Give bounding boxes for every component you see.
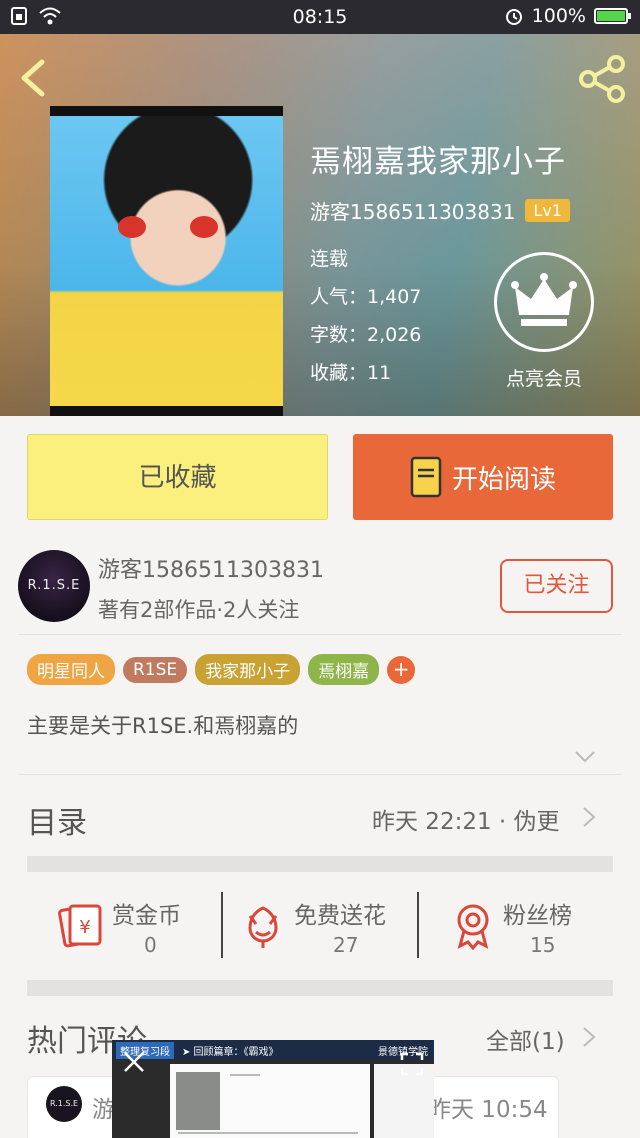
all-comments-link[interactable]: 全部(1) <box>486 1022 565 1056</box>
start-reading-label: 开始阅读 <box>451 464 556 495</box>
coin-envelope-icon[interactable]: ¥ <box>56 900 106 950</box>
level-badge: Lv1 <box>525 199 570 222</box>
tag-item[interactable]: 我家那小子 <box>195 654 301 685</box>
chevron-right-icon[interactable] <box>582 1026 596 1048</box>
book-summary: 主要是关于R1SE.和焉栩嘉的 <box>27 714 299 738</box>
reward-coin-label[interactable]: 赏金币 <box>112 896 181 930</box>
author-avatar[interactable]: R.1.S.E <box>18 550 90 622</box>
battery-icon <box>594 8 631 24</box>
divider <box>221 892 223 958</box>
divider <box>18 634 622 635</box>
reward-flower-value: 27 <box>333 933 359 957</box>
author-card-name[interactable]: 游客1586511303831 <box>98 552 324 584</box>
favorited-button[interactable]: 已收藏 <box>27 434 328 520</box>
svg-text:¥: ¥ <box>79 917 90 938</box>
alarm-icon <box>505 9 522 25</box>
flower-icon[interactable] <box>238 900 288 950</box>
status-bar: 08:15 100% <box>0 0 640 34</box>
reward-coin-value: 0 <box>144 933 157 957</box>
cover-decor <box>118 216 146 238</box>
section-band <box>27 856 613 872</box>
serial-status: 连载 <box>310 248 349 270</box>
reward-flower-label[interactable]: 免费送花 <box>294 896 386 930</box>
cover-decor <box>190 216 218 238</box>
book-header: 焉栩嘉我家那小子 游客1586511303831 Lv1 连载 人气：1,407… <box>0 34 640 416</box>
add-tag-button[interactable]: + <box>387 655 416 684</box>
tag-list: 明星同人 R1SE 我家那小子 焉栩嘉 + <box>27 654 416 685</box>
comment-time: 昨天 10:54 <box>428 1097 548 1123</box>
start-reading-button[interactable]: 开始阅读 <box>353 434 613 520</box>
tag-item[interactable]: 焉栩嘉 <box>308 654 380 685</box>
chevron-down-icon[interactable] <box>574 750 596 764</box>
divider <box>417 892 419 958</box>
close-icon[interactable] <box>122 1050 146 1074</box>
book-cover[interactable] <box>50 106 283 416</box>
crown-icon <box>511 273 577 326</box>
book-icon <box>410 456 442 498</box>
comment-avatar[interactable]: R.1.S.E <box>46 1086 82 1122</box>
text-line <box>230 1074 260 1076</box>
section-band <box>27 980 613 996</box>
book-title: 焉栩嘉我家那小子 <box>310 144 566 180</box>
toc-update[interactable]: 昨天 22:21 · 伪更 <box>372 802 560 836</box>
popularity: 人气：1,407 <box>310 286 422 308</box>
reward-fans-value: 15 <box>530 933 556 957</box>
tag-item[interactable]: 明星同人 <box>27 654 115 685</box>
author-line[interactable]: 游客1586511303831 Lv1 <box>310 196 570 225</box>
reward-fans-label[interactable]: 粉丝榜 <box>503 896 572 930</box>
medal-icon[interactable] <box>448 900 498 950</box>
text-line <box>178 1132 358 1134</box>
video-title-bar: 整理复习段 ➤ 回顾篇章：《霸戏》 景德镇学院 <box>112 1040 434 1060</box>
word-count: 字数：2,026 <box>310 324 422 346</box>
battery-percent: 100% <box>531 5 586 27</box>
author-name: 游客1586511303831 <box>310 200 516 224</box>
cover-image <box>50 116 283 406</box>
video-overlay[interactable]: 整理复习段 ➤ 回顾篇章：《霸戏》 景德镇学院 <box>112 1040 434 1138</box>
vip-label[interactable]: 点亮会员 <box>494 364 594 391</box>
share-button[interactable] <box>578 54 628 104</box>
author-card-desc: 著有2部作品·2人关注 <box>98 598 300 622</box>
toc-title[interactable]: 目录 <box>27 798 87 842</box>
video-subtitle: ➤ 回顾篇章：《霸戏》 <box>182 1046 279 1058</box>
tag-item[interactable]: R1SE <box>123 656 188 683</box>
video-frame-image <box>176 1072 220 1130</box>
divider <box>18 774 622 775</box>
video-frame <box>170 1064 370 1138</box>
vip-button[interactable] <box>494 252 594 352</box>
chevron-right-icon[interactable] <box>582 806 596 828</box>
fullscreen-icon[interactable] <box>400 1052 424 1076</box>
follow-button[interactable]: 已关注 <box>500 559 613 613</box>
favorite-count: 收藏：11 <box>310 362 392 384</box>
back-button[interactable] <box>14 56 54 100</box>
